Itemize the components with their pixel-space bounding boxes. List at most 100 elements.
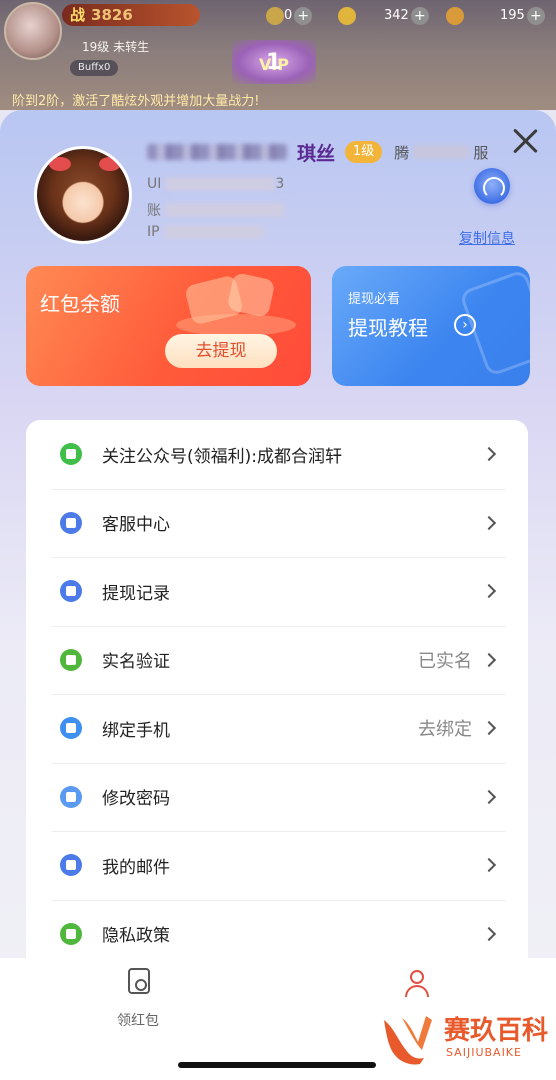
menu-item-value: 已实名 [418, 650, 472, 672]
user-icon-body [405, 985, 429, 997]
resource-1 [258, 6, 284, 26]
tab-profile[interactable] [400, 966, 434, 1000]
vip-level: 1 [266, 50, 282, 75]
resource-3 [438, 6, 464, 26]
watermark-en: SAIJIUBAIKE [446, 1046, 522, 1059]
menu-item-follow-account[interactable]: 关注公众号(领福利):成都合润轩 [26, 420, 528, 489]
tab-label: 领红包 [117, 1013, 159, 1029]
resource-2-value: 342 + [384, 6, 429, 26]
menu-item-my-mail[interactable]: 我的邮件 [26, 831, 528, 900]
gold-ingot-icon [338, 6, 356, 25]
tutorial-subtitle: 提现必看 [348, 292, 401, 307]
user-icon [410, 970, 424, 984]
avatar-bow-decoration [49, 157, 71, 171]
level-badge: 1级 [345, 141, 383, 163]
menu-item-label: 关注公众号(领福利):成都合润轩 [102, 446, 342, 467]
server-suffix: 服 [473, 143, 489, 162]
ingot-icon [266, 6, 284, 25]
watermark-logo [384, 1016, 432, 1065]
menu-item-label: 实名验证 [102, 652, 170, 673]
phone-icon [60, 717, 82, 740]
avatar-bow-decoration [99, 157, 121, 171]
resource-1-value: 0 + [284, 6, 313, 26]
watermark: 赛玖百科 SAIJIUBAIKE [380, 1004, 556, 1074]
system-message: 阶到2阶，激活了酷炫外观并增加大量战力! [12, 94, 260, 109]
account-line: 账 [147, 200, 285, 220]
avatar [34, 146, 132, 244]
chevron-right-icon [481, 926, 497, 941]
menu-item-label: 提现记录 [102, 583, 170, 604]
mail-icon [60, 854, 82, 877]
hud-buff: Buffx0 [70, 60, 119, 76]
server-redacted [413, 145, 470, 159]
copy-info-link[interactable]: 复制信息 [459, 228, 515, 248]
hud-avatar[interactable] [4, 2, 62, 60]
privacy-icon [60, 922, 82, 945]
customer-service-icon[interactable] [474, 168, 510, 204]
chevron-right-icon [481, 447, 497, 462]
add-resource-3-icon[interactable]: + [526, 6, 545, 25]
resource-2-amount: 342 [384, 8, 409, 23]
edit-password-icon [60, 785, 82, 808]
server-name: 腾 服 [394, 142, 488, 163]
record-icon [60, 580, 82, 603]
add-resource-2-icon[interactable]: + [410, 6, 429, 25]
resource-2 [330, 6, 356, 26]
combat-power: 战 3826 [62, 4, 200, 26]
server-prefix: 腾 [394, 143, 410, 162]
chevron-right-circle-icon: › [454, 314, 476, 336]
customer-service-icon [60, 511, 82, 534]
resource-3-value: 195 + [500, 6, 545, 26]
menu-item-real-name[interactable]: 实名验证 已实名 [26, 625, 528, 695]
power-prefix: 战 [70, 6, 86, 24]
resource-1-amount: 0 [284, 8, 293, 23]
chevron-right-icon [481, 515, 497, 530]
ip-line: IP [147, 224, 264, 240]
red-packet-balance-card: 红包余额 去提现 [26, 266, 311, 386]
uid-label: UI [147, 176, 162, 192]
resource-3-amount: 195 [500, 8, 525, 23]
uid-suffix: 3 [275, 176, 285, 192]
withdraw-tutorial-card[interactable]: 提现必看 提现教程 › [332, 266, 530, 386]
verified-icon [60, 648, 82, 671]
uid-redacted [165, 177, 276, 191]
menu-item-label: 绑定手机 [102, 720, 170, 741]
menu-item-label: 隐私政策 [102, 926, 170, 947]
account-redacted [165, 203, 285, 217]
ip-redacted [163, 225, 264, 239]
coin-icon [446, 6, 464, 25]
power-value: 3826 [91, 6, 133, 24]
menu-item-label: 客服中心 [102, 515, 170, 536]
chevron-right-icon [481, 721, 497, 736]
menu-item-value: 去绑定 [418, 719, 472, 741]
wechat-icon [60, 443, 82, 466]
chevron-right-icon [481, 789, 497, 804]
tutorial-title: 提现教程 [348, 316, 428, 340]
balance-title: 红包余额 [40, 292, 120, 316]
player-name: 琪丝 [297, 142, 336, 165]
menu-item-bind-phone[interactable]: 绑定手机 去绑定 [26, 694, 528, 763]
chevron-right-icon [481, 652, 497, 667]
red-packet-icon [128, 968, 150, 994]
menu-item-label: 我的邮件 [102, 857, 170, 878]
home-indicator [178, 1062, 376, 1068]
close-button[interactable] [508, 124, 542, 158]
add-resource-1-icon[interactable]: + [294, 6, 313, 25]
game-hud: 战 3826 19级 未转生 Buffx0 1 VIP 0 + 342 + 195 + … [0, 0, 556, 110]
account-label: 账 [147, 203, 161, 219]
withdraw-button[interactable]: 去提现 [165, 334, 277, 368]
profile-name-row: 琪丝 1级 腾 服 [147, 140, 488, 165]
uid-line: UI 3 [147, 176, 284, 192]
menu-item-change-password[interactable]: 修改密码 [26, 762, 528, 832]
menu-item-label: 修改密码 [102, 789, 170, 810]
menu-item-customer-service[interactable]: 客服中心 [26, 488, 528, 558]
vip-badge[interactable]: 1 VIP [232, 40, 316, 84]
chevron-right-icon [481, 584, 497, 599]
chevron-right-icon [481, 858, 497, 873]
ip-label: IP [147, 224, 160, 240]
watermark-cn: 赛玖百科 [444, 1016, 549, 1046]
tab-red-packet[interactable]: 领红包 [100, 966, 176, 1030]
name-redacted [147, 144, 287, 160]
menu-item-withdraw-record[interactable]: 提现记录 [26, 557, 528, 626]
hud-level: 19级 未转生 [82, 40, 150, 54]
